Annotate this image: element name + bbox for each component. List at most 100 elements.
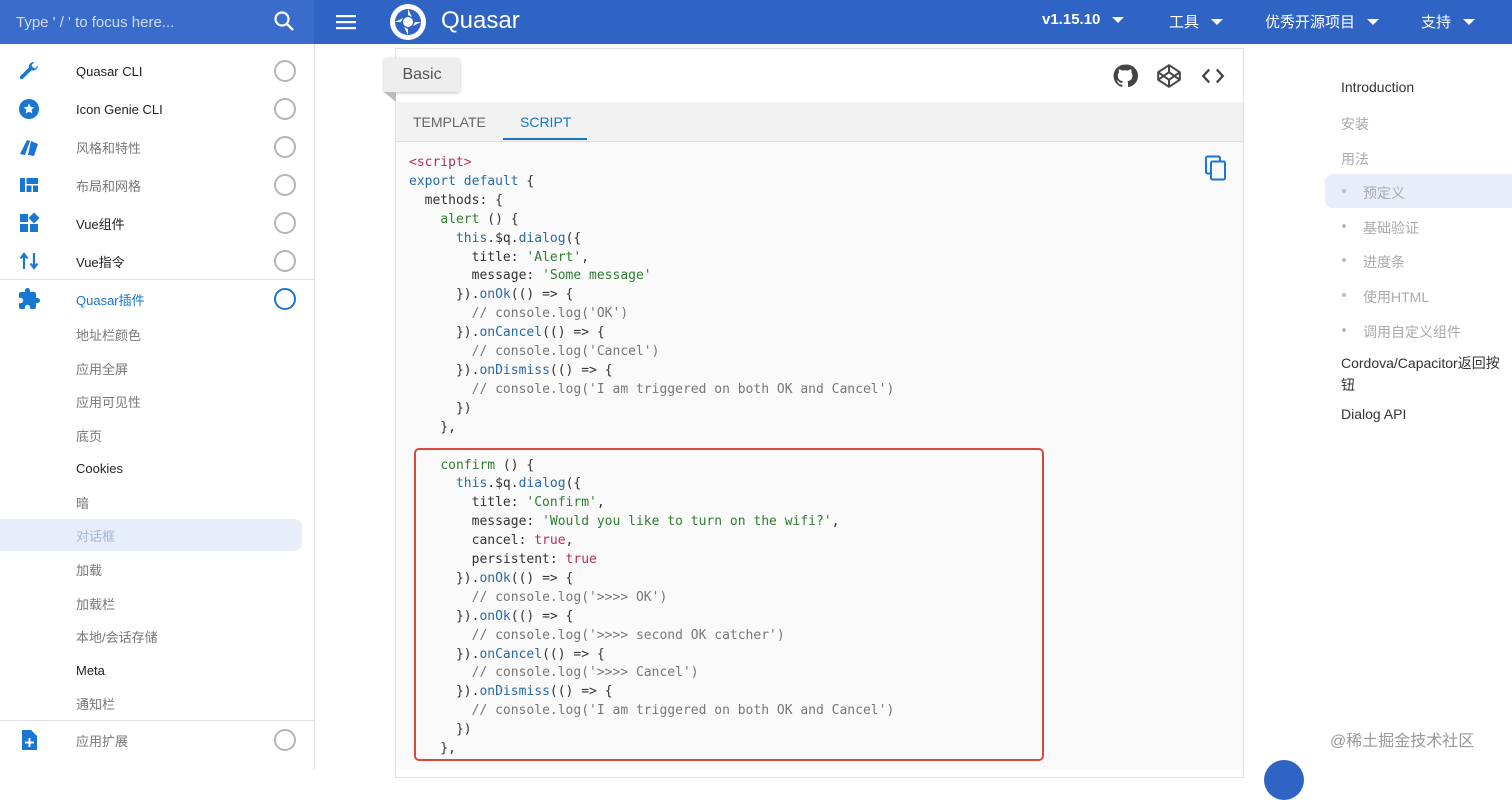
expand-circle-icon[interactable] — [274, 729, 296, 751]
chevron-down-icon — [1211, 18, 1224, 25]
sidebar-item-label: Vue指令 — [76, 254, 125, 270]
sidebar-item-quasar-cli[interactable]: Quasar CLI — [0, 52, 314, 90]
sidebar-item-label: 应用扩展 — [76, 733, 129, 749]
bullet-icon — [1342, 258, 1346, 262]
open-source-label: 优秀开源项目 — [1265, 14, 1356, 31]
subitem-label: 地址栏颜色 — [76, 327, 142, 343]
scroll-top-button[interactable] — [1264, 760, 1304, 800]
subitem-label: 加载 — [76, 562, 103, 578]
expand-circle-icon[interactable] — [274, 136, 296, 158]
demo-title: Basic — [384, 58, 460, 92]
sidebar-item-icon-genie-cli[interactable]: Icon Genie CLI — [0, 90, 314, 128]
sidebar-item-quasar-plugins[interactable]: Quasar插件 — [0, 280, 314, 318]
tab-template[interactable]: TEMPLATE — [413, 102, 486, 142]
toc-item-progress[interactable]: 进度条 — [1363, 252, 1405, 272]
layout-icon — [20, 178, 38, 192]
sidebar-item-label: 布局和网格 — [76, 178, 142, 194]
search-icon[interactable] — [272, 9, 296, 33]
sidebar-item-vue-directives[interactable]: Vue指令 — [0, 242, 314, 280]
sidebar-item-vue-components[interactable]: Vue组件 — [0, 204, 314, 242]
tag-fold — [384, 92, 396, 102]
sidebar-item-label: 风格和特性 — [76, 140, 142, 156]
expand-circle-icon[interactable] — [274, 250, 296, 272]
add-box-icon — [22, 730, 37, 750]
subitem-label: 应用全屏 — [76, 361, 129, 377]
bullet-icon — [1342, 328, 1346, 332]
toc-item-introduction[interactable]: Introduction — [1341, 79, 1414, 95]
sidebar-subitem[interactable]: 本地/会话存储 — [0, 620, 302, 652]
expand-circle-icon[interactable] — [274, 174, 296, 196]
sidebar-item-label: Quasar插件 — [76, 292, 145, 308]
search-input[interactable] — [0, 0, 250, 44]
swap-icon — [19, 252, 39, 270]
sidebar-item-app-extensions[interactable]: 应用扩展 — [0, 721, 314, 759]
sidebar-subitem[interactable]: Meta — [0, 654, 302, 686]
toc-active-bg — [1325, 174, 1512, 208]
collapse-circle-icon[interactable] — [274, 288, 296, 310]
sidebar-subitem[interactable]: 应用可见性 — [0, 385, 302, 417]
expand-circle-icon[interactable] — [274, 60, 296, 82]
toc-item-validation[interactable]: 基础验证 — [1363, 218, 1419, 238]
brand-title[interactable]: Quasar — [441, 7, 520, 35]
support-label: 支持 — [1421, 14, 1452, 31]
sidebar-subitem[interactable]: 通知栏 — [0, 687, 302, 719]
sidebar-subitem-active[interactable]: 对话框 — [0, 519, 302, 551]
sidebar-item-label: Vue组件 — [76, 216, 125, 232]
bullet-icon — [1342, 293, 1346, 297]
toc-item-usage[interactable]: 用法 — [1341, 149, 1369, 169]
sidebar-subitem[interactable]: 底页 — [0, 419, 302, 451]
bullet-icon — [1342, 224, 1346, 228]
subitem-label: 对话框 — [76, 528, 116, 544]
sidebar-item-label: Icon Genie CLI — [76, 101, 163, 117]
menu-icon[interactable] — [334, 10, 358, 34]
expand-circle-icon[interactable] — [274, 212, 296, 234]
sidebar-subitem[interactable]: 暗 — [0, 486, 302, 518]
sidebar-subitem[interactable]: 加载栏 — [0, 587, 302, 619]
bullet-icon — [1342, 189, 1346, 193]
open-source-menu[interactable]: 优秀开源项目 — [1265, 11, 1380, 32]
subitem-label: 通知栏 — [76, 696, 116, 712]
sidebar-subitem[interactable]: 加载 — [0, 553, 302, 585]
palette-icon — [20, 140, 38, 156]
subitem-label: 应用可见性 — [76, 394, 142, 410]
copy-icon[interactable] — [1204, 155, 1228, 181]
search-box — [0, 0, 314, 44]
expand-circle-icon[interactable] — [274, 98, 296, 120]
tab-script[interactable]: SCRIPT — [520, 102, 571, 142]
active-tab-indicator — [503, 138, 587, 140]
toc-item-custom-component[interactable]: 调用自定义组件 — [1363, 322, 1461, 342]
toc-item-predefined[interactable]: 预定义 — [1363, 183, 1405, 203]
version-menu[interactable]: v1.15.10 — [1042, 11, 1125, 28]
toc-item-install[interactable]: 安装 — [1341, 114, 1369, 134]
toc-item-html[interactable]: 使用HTML — [1363, 287, 1429, 307]
chevron-down-icon — [1367, 18, 1380, 25]
toc-item-cordova-back[interactable]: Cordova/Capacitor返回按钮 — [1341, 352, 1501, 396]
subitem-label: Meta — [76, 662, 105, 678]
toc-item-dialog-api[interactable]: Dialog API — [1341, 406, 1406, 422]
widgets-icon — [20, 212, 40, 232]
sidebar-subitem[interactable]: 地址栏颜色 — [0, 318, 302, 350]
subitem-label: 本地/会话存储 — [76, 629, 158, 645]
wrench-icon — [19, 61, 38, 80]
codepen-icon[interactable] — [1156, 63, 1182, 89]
subitem-label: 暗 — [76, 495, 90, 511]
puzzle-icon — [19, 288, 40, 309]
demo-tabs: TEMPLATE SCRIPT — [396, 102, 1243, 142]
sidebar-item-style[interactable]: 风格和特性 — [0, 128, 314, 166]
quasar-logo-icon[interactable] — [388, 2, 428, 42]
watermark: @稀土掘金技术社区 — [1330, 733, 1475, 750]
sidebar-item-label: Quasar CLI — [76, 63, 143, 79]
support-menu[interactable]: 支持 — [1421, 11, 1476, 32]
sidebar-item-layout[interactable]: 布局和网格 — [0, 166, 314, 204]
star-badge-icon — [19, 99, 39, 119]
github-icon[interactable] — [1112, 63, 1138, 89]
chevron-down-icon — [1463, 18, 1476, 25]
tools-menu[interactable]: 工具 — [1169, 11, 1224, 32]
code-icon[interactable] — [1200, 63, 1226, 89]
highlight-annotation-box — [414, 448, 1044, 761]
subitem-label: 加载栏 — [76, 596, 116, 612]
left-sidebar: Quasar CLI Icon Genie CLI 风格和特性 布局和网格 Vu… — [0, 44, 315, 769]
top-header: Quasar v1.15.10 工具 优秀开源项目 支持 — [0, 0, 1512, 44]
sidebar-subitem[interactable]: Cookies — [0, 452, 302, 484]
sidebar-subitem[interactable]: 应用全屏 — [0, 352, 302, 384]
